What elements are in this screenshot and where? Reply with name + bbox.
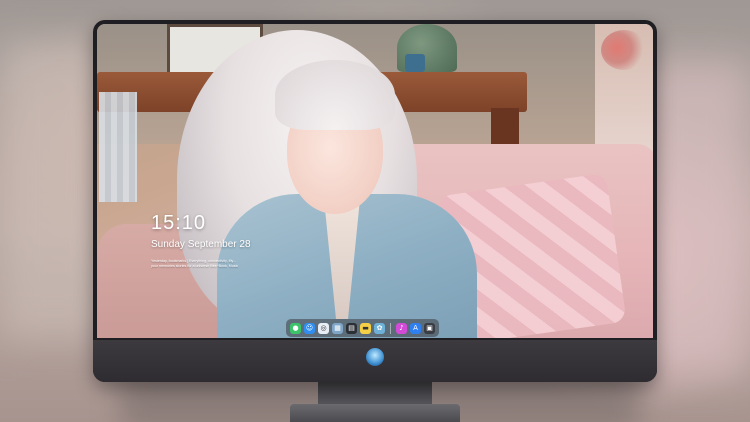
preview-icon[interactable]: ▦	[332, 322, 343, 334]
launchpad-icon[interactable]: ▤	[346, 322, 357, 334]
lock-screen-date: Sunday September 28	[151, 239, 251, 250]
finder-icon[interactable]: ☺	[304, 322, 315, 334]
lock-screen-quote-line: your memories stories for a universe fil…	[151, 264, 239, 268]
wallpaper-flowers	[601, 30, 647, 70]
wallpaper-mug	[405, 54, 425, 72]
lock-screen-time: 15:10	[151, 212, 207, 234]
music-icon[interactable]: ♪	[396, 322, 407, 334]
lock-screen-quote: Yesterday, bookmarks | Everything, conne…	[151, 259, 271, 269]
monitor-logo-icon	[366, 348, 384, 366]
messages-icon[interactable]: ●	[290, 322, 301, 334]
app-store-icon[interactable]: A	[410, 322, 421, 334]
notes-icon[interactable]: ▬	[360, 322, 371, 334]
safari-icon[interactable]: ◎	[318, 322, 329, 334]
wallpaper-curtain	[99, 92, 137, 202]
wallpaper-girl-bangs	[275, 60, 395, 130]
monitor-stand-base	[290, 404, 460, 422]
monitor: 15:10 Sunday September 28 Yesterday, boo…	[93, 20, 657, 382]
photos-icon[interactable]: ✿	[374, 322, 385, 334]
dock-separator	[390, 322, 391, 334]
screen: 15:10 Sunday September 28 Yesterday, boo…	[97, 24, 653, 338]
dock: ● ☺ ◎ ▦ ▤ ▬ ✿ ♪ A ▣	[286, 319, 439, 337]
screenshot-icon[interactable]: ▣	[424, 322, 435, 334]
monitor-chin	[93, 340, 657, 382]
